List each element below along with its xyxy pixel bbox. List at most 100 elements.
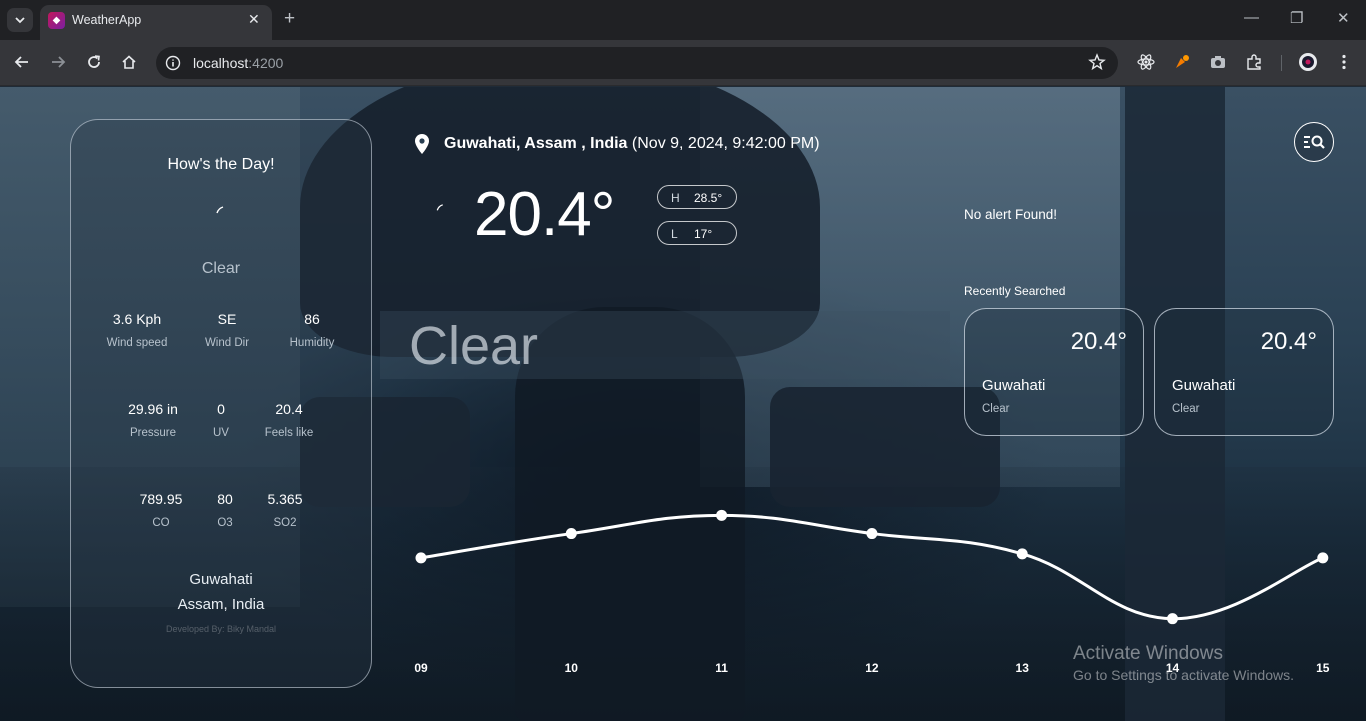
location-name: Guwahati, Assam , India bbox=[444, 135, 628, 152]
low-label: L bbox=[671, 227, 678, 241]
arrow-right-icon bbox=[52, 56, 66, 68]
chart-point-13[interactable] bbox=[1016, 548, 1028, 560]
low-temp-pill: L 17° bbox=[657, 221, 737, 245]
alert-message: No alert Found! bbox=[964, 207, 1058, 222]
new-tab-icon[interactable]: + bbox=[284, 8, 295, 30]
stat-co: 789.95 CO bbox=[127, 491, 195, 529]
stat-feels-like: 20.4 Feels like bbox=[255, 401, 323, 439]
chart-point-15[interactable] bbox=[1317, 552, 1329, 564]
recent-city: Guwahati bbox=[982, 377, 1046, 394]
current-condition: Clear bbox=[409, 316, 539, 376]
windows-activation-watermark: Activate Windows Go to Settings to activ… bbox=[1073, 643, 1294, 683]
browser-tab[interactable]: ◆ WeatherApp ✕ bbox=[40, 5, 272, 40]
developer-credit: Developed By: Biky Mandal bbox=[165, 624, 277, 634]
tab-title: WeatherApp bbox=[72, 13, 142, 27]
restore-icon[interactable]: ❐ bbox=[1290, 9, 1303, 27]
stat-label: Pressure bbox=[129, 427, 177, 439]
stat-humidity: 86 Humidity bbox=[282, 311, 342, 349]
profile-avatar[interactable] bbox=[1298, 52, 1318, 72]
stat-label: Humidity bbox=[289, 337, 335, 349]
chart-x-label: 13 bbox=[1016, 661, 1030, 675]
stat-value: 0 bbox=[217, 401, 225, 417]
stat-label: SO2 bbox=[273, 517, 297, 529]
url-host: localhost bbox=[193, 55, 249, 71]
stat-wind-speed: 3.6 Kph Wind speed bbox=[97, 311, 177, 349]
home-icon bbox=[122, 55, 136, 69]
moon-icon bbox=[996, 334, 1002, 346]
recent-temp: 20.4° bbox=[1260, 328, 1317, 355]
low-value: 17° bbox=[694, 227, 713, 241]
stat-value: 20.4 bbox=[275, 401, 303, 417]
watermark-subtitle: Go to Settings to activate Windows. bbox=[1073, 667, 1294, 683]
moon-icon bbox=[434, 204, 443, 222]
tab-search-button[interactable] bbox=[7, 8, 33, 32]
stat-o3: 80 O3 bbox=[205, 491, 245, 529]
stat-value: 29.96 in bbox=[128, 401, 178, 417]
browser-tab-bar: ◆ WeatherApp ✕ + — ❐ ✕ bbox=[0, 0, 1366, 40]
stat-value: SE bbox=[217, 311, 237, 327]
chart-x-label: 15 bbox=[1316, 661, 1330, 675]
reload-icon bbox=[88, 55, 100, 68]
chart-point-10[interactable] bbox=[565, 528, 577, 540]
minimize-icon[interactable]: — bbox=[1244, 9, 1259, 26]
extension-orange-icon[interactable] bbox=[1172, 52, 1192, 72]
bookmark-star-icon[interactable] bbox=[1088, 53, 1106, 71]
close-tab-icon[interactable]: ✕ bbox=[248, 11, 260, 28]
stat-value: 80 bbox=[217, 491, 233, 507]
sidebar-city: Guwahati bbox=[189, 571, 253, 588]
recent-city: Guwahati bbox=[1172, 377, 1236, 394]
recent-temp: 20.4° bbox=[1070, 328, 1127, 355]
search-list-icon bbox=[1304, 135, 1325, 149]
back-button[interactable] bbox=[10, 50, 34, 74]
extensions-puzzle-icon[interactable] bbox=[1244, 52, 1264, 72]
recent-searches-title: Recently Searched bbox=[964, 284, 1066, 298]
stat-label: Wind speed bbox=[106, 337, 168, 349]
recent-search-card[interactable]: 20.4° Guwahati Clear bbox=[1154, 308, 1334, 436]
location-pin-icon bbox=[415, 134, 429, 154]
browser-menu-icon[interactable] bbox=[1334, 52, 1354, 72]
chart-x-label: 09 bbox=[414, 661, 428, 675]
arrow-left-icon bbox=[14, 56, 28, 68]
forward-button[interactable] bbox=[46, 50, 70, 74]
reload-button[interactable] bbox=[82, 50, 106, 74]
watermark-title: Activate Windows bbox=[1073, 643, 1223, 664]
chevron-down-icon bbox=[15, 17, 25, 24]
site-info-icon[interactable] bbox=[165, 55, 181, 71]
high-value: 28.5° bbox=[694, 191, 723, 205]
chart-point-11[interactable] bbox=[716, 509, 728, 521]
day-summary-heading: How's the Day! bbox=[167, 156, 275, 173]
react-devtools-icon[interactable] bbox=[1136, 52, 1156, 72]
current-location: Guwahati, Assam , India (Nov 9, 2024, 9:… bbox=[444, 135, 820, 153]
browser-toolbar: localhost:4200 bbox=[0, 40, 1366, 86]
high-temp-pill: H 28.5° bbox=[657, 185, 737, 209]
address-bar[interactable]: localhost:4200 bbox=[156, 47, 1118, 79]
day-summary-card: How's the Day! Clear 3.6 Kph Wind speed … bbox=[70, 119, 372, 688]
toolbar-divider bbox=[1281, 55, 1282, 71]
recent-condition: Clear bbox=[982, 403, 1010, 415]
moon-icon bbox=[214, 206, 224, 225]
stat-value: 86 bbox=[304, 311, 320, 327]
stat-label: UV bbox=[213, 427, 229, 439]
stat-label: CO bbox=[152, 517, 170, 529]
day-summary-condition: Clear bbox=[201, 260, 241, 277]
url-port: :4200 bbox=[248, 55, 284, 71]
window-close-icon[interactable]: ✕ bbox=[1337, 9, 1350, 27]
url-text[interactable]: localhost:4200 bbox=[193, 55, 283, 71]
stat-uv: 0 UV bbox=[201, 401, 241, 439]
weather-app-page: How's the Day! Clear 3.6 Kph Wind speed … bbox=[0, 87, 1366, 721]
chart-x-label: 11 bbox=[715, 661, 728, 675]
recent-search-card[interactable]: 20.4° Guwahati Clear bbox=[964, 308, 1144, 436]
search-button[interactable] bbox=[1294, 122, 1334, 162]
moon-icon bbox=[1186, 334, 1192, 346]
high-label: H bbox=[671, 191, 680, 205]
camera-extension-icon[interactable] bbox=[1208, 52, 1228, 72]
chart-point-14[interactable] bbox=[1167, 613, 1178, 625]
home-button[interactable] bbox=[117, 50, 141, 74]
chart-x-label: 10 bbox=[565, 661, 579, 675]
chart-point-09[interactable] bbox=[415, 552, 427, 564]
app-favicon-icon: ◆ bbox=[48, 12, 65, 29]
current-temperature: 20.4° bbox=[474, 180, 615, 249]
stat-value: 5.365 bbox=[267, 491, 303, 507]
stat-label: Wind Dir bbox=[204, 337, 250, 349]
chart-point-12[interactable] bbox=[866, 528, 878, 540]
